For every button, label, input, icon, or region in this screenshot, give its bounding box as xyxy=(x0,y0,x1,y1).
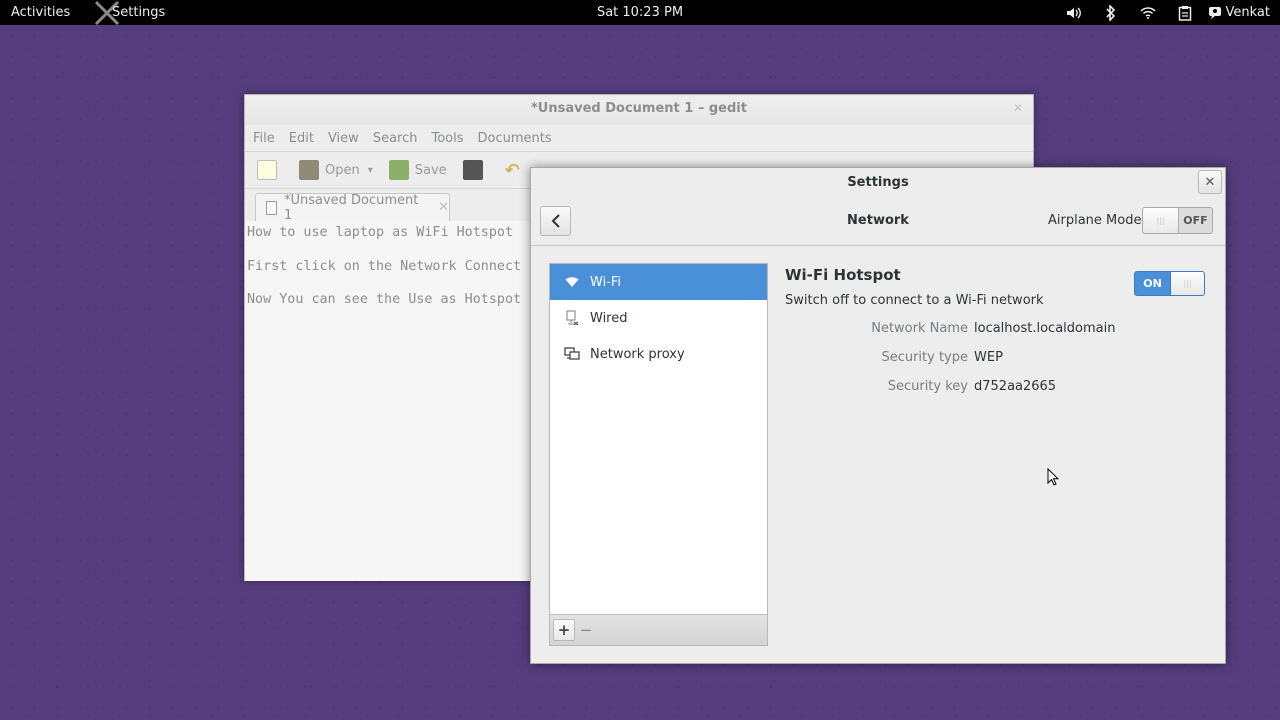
open-button[interactable]: Open ▾ xyxy=(299,160,373,180)
list-item-label: Network proxy xyxy=(590,346,685,362)
switch-knob: ||| xyxy=(1143,208,1179,233)
save-button[interactable]: Save xyxy=(388,160,447,180)
security-type-value: WEP xyxy=(974,350,1003,365)
list-item-wired[interactable]: Wired xyxy=(550,300,767,336)
folder-icon xyxy=(299,160,319,180)
editor-line: First click on the Network Connect xyxy=(247,258,522,274)
settings-title: Settings xyxy=(847,175,909,190)
volume-icon[interactable] xyxy=(1065,4,1083,22)
wifi-icon xyxy=(564,274,580,290)
security-key-row: Security key d752aa2665 xyxy=(785,379,1215,394)
settings-header: Network Airplane Mode ||| OFF xyxy=(531,198,1225,246)
add-connection-button[interactable]: + xyxy=(553,619,575,641)
editor-line: How to use laptop as WiFi Hotspot xyxy=(247,225,514,240)
clock-label[interactable]: Sat 10:23 PM xyxy=(597,5,683,20)
airplane-mode-switch[interactable]: ||| OFF xyxy=(1142,207,1213,234)
menu-view[interactable]: View xyxy=(328,131,359,146)
wired-icon xyxy=(564,310,580,326)
app-menu-settings[interactable]: Settings xyxy=(112,5,165,20)
print-button[interactable] xyxy=(462,160,489,180)
close-icon: ✕ xyxy=(1204,174,1216,190)
list-item-label: Wired xyxy=(590,310,628,326)
network-name-label: Network Name xyxy=(871,321,968,336)
user-icon xyxy=(1208,7,1221,19)
gedit-menubar: File Edit View Search Tools Documents xyxy=(245,125,1033,151)
new-document-button[interactable] xyxy=(257,160,283,180)
document-icon xyxy=(266,200,277,215)
hotspot-title: Wi-Fi Hotspot xyxy=(785,266,901,284)
security-key-label: Security key xyxy=(887,379,968,394)
text-editor[interactable]: How to use laptop as WiFi Hotspot First … xyxy=(245,221,533,581)
list-item-wifi[interactable]: Wi-Fi xyxy=(550,264,767,300)
menu-tools[interactable]: Tools xyxy=(431,131,463,146)
chevron-down-icon[interactable]: ▾ xyxy=(368,165,373,176)
list-item-network-proxy[interactable]: Network proxy xyxy=(550,336,767,372)
hotspot-switch[interactable]: ON ||| xyxy=(1134,271,1205,296)
mouse-pointer-icon xyxy=(1047,468,1059,486)
chevron-left-icon xyxy=(551,214,560,228)
switch-knob: ||| xyxy=(1170,272,1204,295)
network-name-value: localhost.localdomain xyxy=(974,321,1116,336)
document-tab-label: *Unsaved Document 1 xyxy=(283,192,419,223)
system-tray: Venkat xyxy=(1046,0,1270,25)
airplane-mode-label: Airplane Mode xyxy=(1048,213,1142,228)
settings-close-button[interactable]: ✕ xyxy=(1198,170,1222,194)
airplane-switch-state: OFF xyxy=(1183,214,1208,227)
network-proxy-icon xyxy=(564,346,580,362)
save-icon xyxy=(388,160,409,180)
save-label: Save xyxy=(414,162,447,178)
undo-button[interactable]: ↶ xyxy=(505,160,520,181)
user-name: Venkat xyxy=(1225,5,1270,20)
clipboard-icon[interactable] xyxy=(1176,4,1194,22)
menu-documents[interactable]: Documents xyxy=(478,131,552,146)
menu-search[interactable]: Search xyxy=(373,131,418,146)
device-list: Wi-Fi Wired Network proxy + − xyxy=(549,263,768,646)
print-icon xyxy=(462,160,483,180)
remove-connection-button[interactable]: − xyxy=(575,619,597,641)
gedit-title: *Unsaved Document 1 – gedit xyxy=(245,95,1033,125)
top-panel: Activities Settings Sat 10:23 PM Venkat xyxy=(0,0,1280,25)
menu-file[interactable]: File xyxy=(253,131,275,146)
undo-icon: ↶ xyxy=(504,159,520,181)
editor-line: Now You can see the Use as Hotspot xyxy=(247,292,522,307)
document-tab[interactable]: *Unsaved Document 1 ✕ xyxy=(255,192,450,223)
network-icon[interactable] xyxy=(1139,4,1157,22)
security-type-row: Security type WEP xyxy=(785,350,1215,365)
hotspot-switch-state: ON xyxy=(1143,277,1162,290)
user-menu[interactable]: Venkat xyxy=(1208,5,1270,20)
bluetooth-icon[interactable] xyxy=(1102,4,1120,22)
new-document-icon xyxy=(257,160,277,180)
menu-edit[interactable]: Edit xyxy=(289,131,314,146)
security-type-label: Security type xyxy=(881,350,968,365)
activities-button[interactable]: Activities xyxy=(11,5,70,20)
gedit-close-icon[interactable]: ✕ xyxy=(1013,101,1023,115)
tab-close-icon[interactable]: ✕ xyxy=(438,200,449,215)
list-toolbar: + − xyxy=(550,614,767,645)
list-item-label: Wi-Fi xyxy=(590,274,622,290)
open-label: Open xyxy=(325,162,360,178)
security-key-value: d752aa2665 xyxy=(974,379,1057,394)
hotspot-detail: Wi-Fi Hotspot Switch off to connect to a… xyxy=(785,263,1215,463)
settings-window[interactable]: Settings ✕ Network Airplane Mode ||| OFF… xyxy=(530,167,1226,664)
network-name-row: Network Name localhost.localdomain xyxy=(785,321,1215,336)
back-button[interactable] xyxy=(540,206,571,236)
hotspot-subtitle: Switch off to connect to a Wi-Fi network xyxy=(785,293,1044,308)
